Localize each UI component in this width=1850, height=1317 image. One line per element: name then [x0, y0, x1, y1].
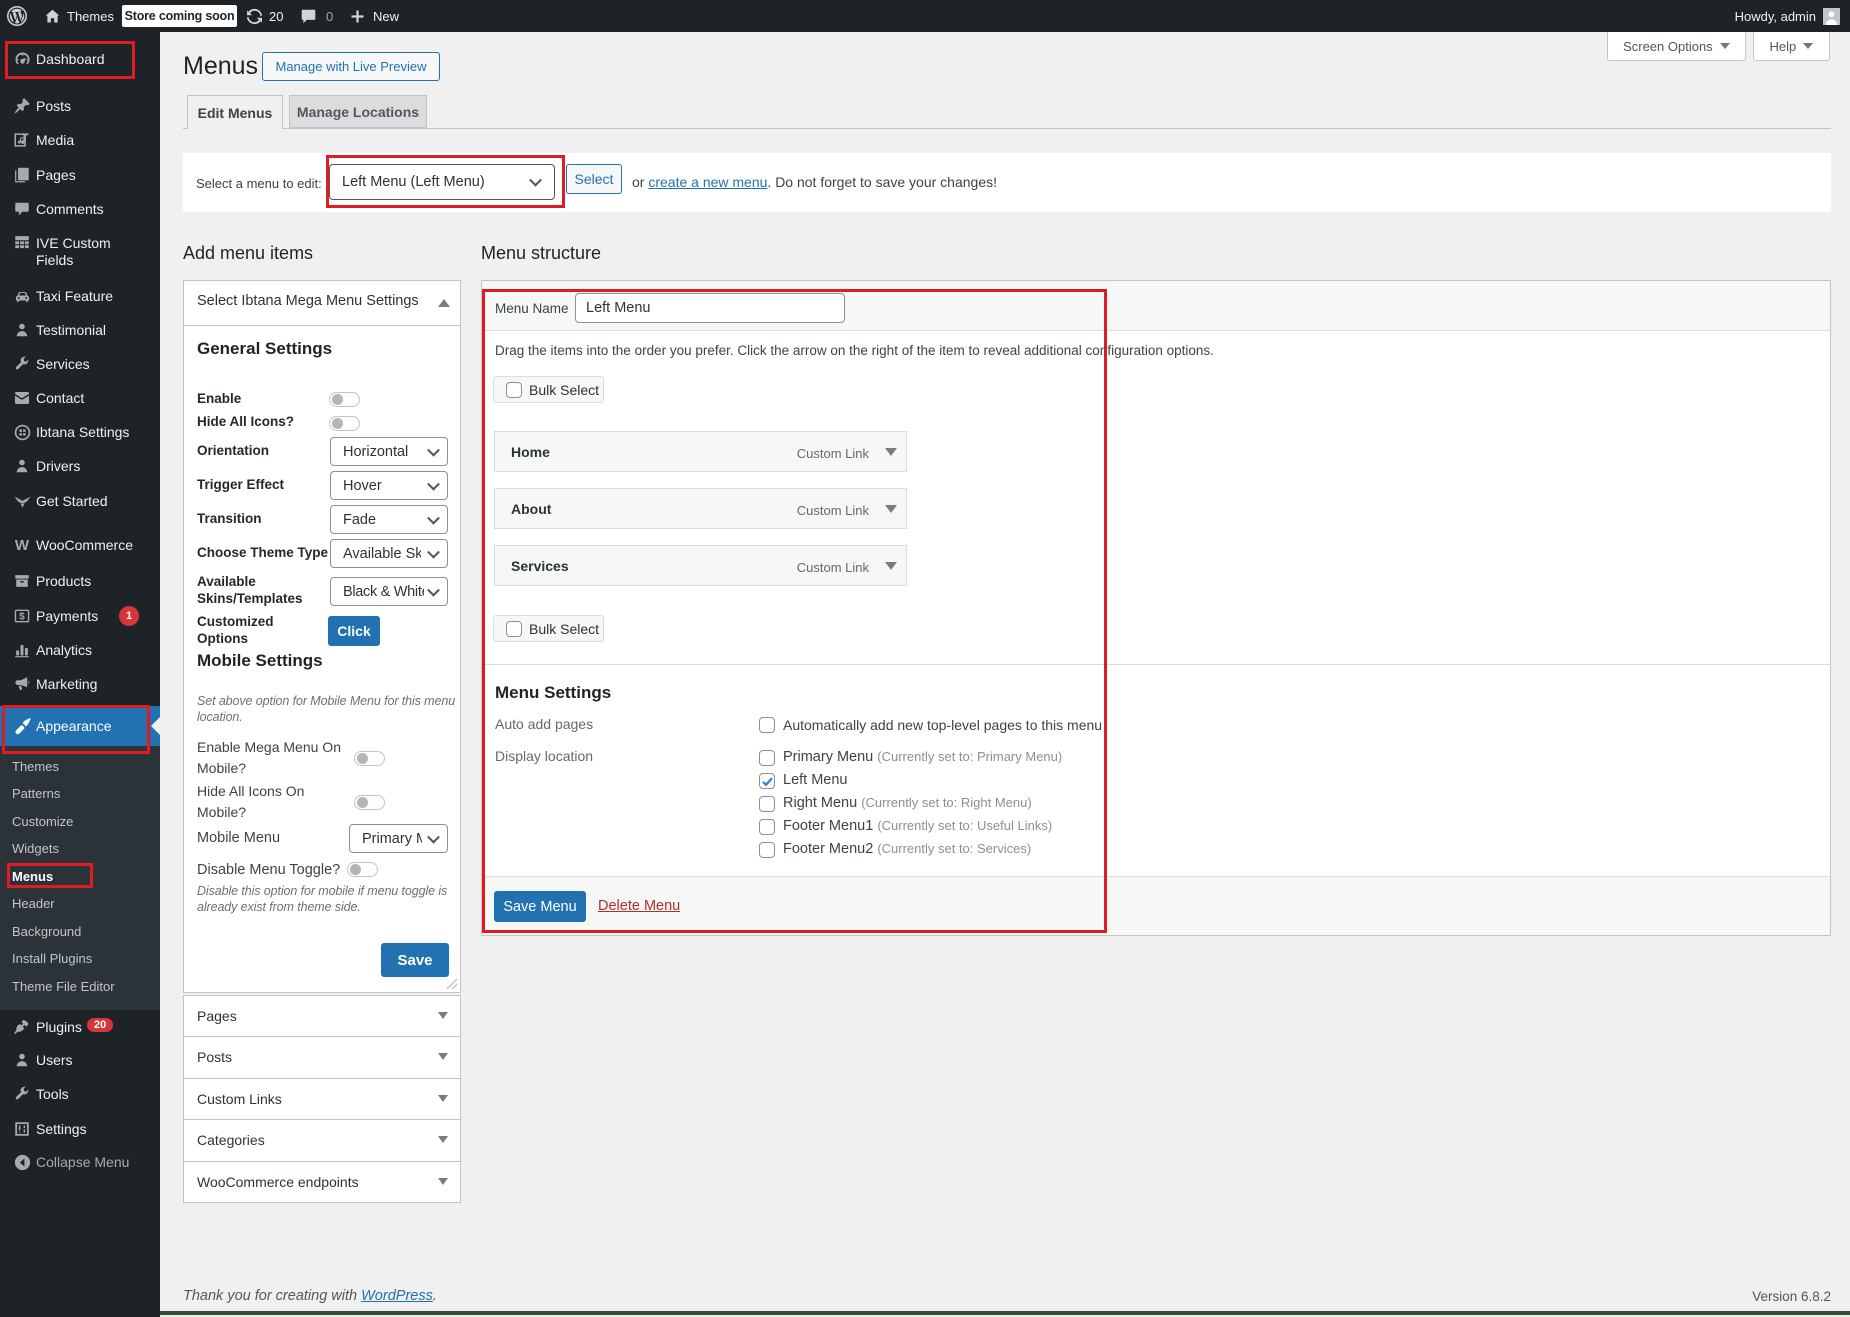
- svg-text:$: $: [19, 611, 25, 622]
